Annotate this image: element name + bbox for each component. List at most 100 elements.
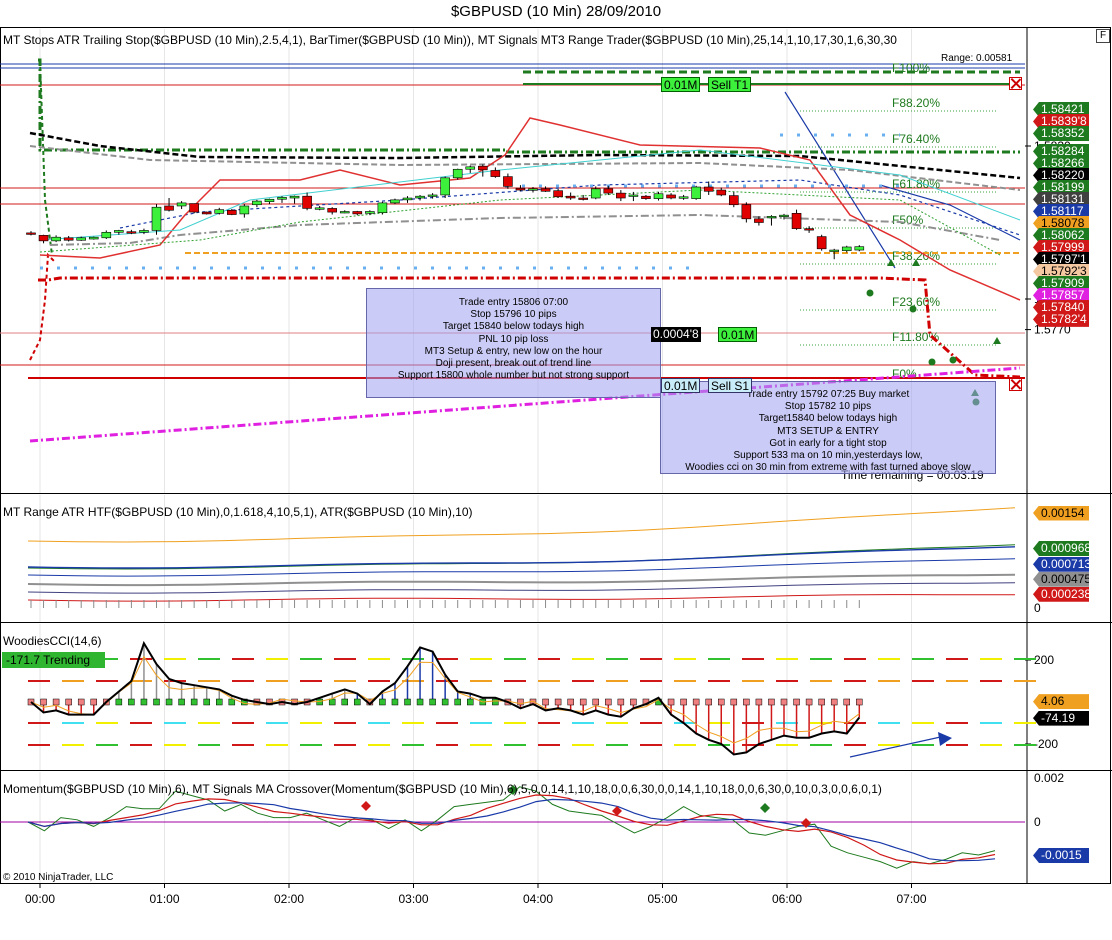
candle-body: [88, 236, 99, 240]
atr-stop-upper-left: [39, 59, 53, 256]
position-qty-tag[interactable]: 0.01M: [718, 327, 758, 342]
momentum-y-tick-label: 0.002: [1034, 771, 1064, 785]
cci-zero-marker: [178, 698, 185, 706]
candle-body: [653, 193, 664, 199]
cci-zero-marker: [90, 698, 97, 706]
cci-zero-marker: [140, 698, 148, 706]
candle-body: [791, 213, 802, 229]
cci-zero-marker: [718, 698, 725, 706]
cci-zero-marker: [454, 698, 461, 706]
note-line: Support 533 ma on 10 min,yesterdays low,: [733, 450, 923, 462]
candle-body: [716, 189, 727, 196]
atr-y-tick-label: 0: [1034, 601, 1041, 615]
candle-body: [590, 188, 601, 199]
candle-body: [465, 166, 476, 170]
note-line: PNL 10 pip loss: [478, 333, 549, 345]
cci-zero-marker: [404, 698, 411, 706]
cci-zero-marker: [780, 698, 788, 706]
note-line: Support 15800 whole number but not stron…: [397, 370, 630, 382]
cci-zero-marker: [216, 698, 223, 706]
cci-zero-marker: [793, 698, 800, 706]
axis-value-tag: -0.0015: [1033, 848, 1089, 863]
candle-body: [553, 190, 563, 198]
x-tick-label: 02:00: [274, 892, 304, 906]
sell-s1-label-tag[interactable]: Sell S1: [708, 378, 753, 393]
candle-body: [277, 197, 287, 200]
candle-body: [139, 230, 149, 233]
cci-zero-marker: [705, 698, 712, 706]
fib-label: F23.60%: [892, 295, 940, 309]
x-tick-label: 05:00: [647, 892, 677, 906]
x-tick-label: 06:00: [772, 892, 802, 906]
signal-dot: [866, 289, 874, 297]
chart-canvas: 00:00 01:00 02:00 03:00 04:00 05:00 06:00 07:00…: [0, 0, 1112, 940]
ma-red: [39, 117, 1021, 301]
candle-body: [616, 192, 626, 199]
note-line: Trade entry 15806 07:00: [458, 297, 569, 308]
cci-zero-marker: [328, 698, 336, 706]
cci-zero-marker: [743, 698, 750, 706]
atr-red-line: [27, 594, 1015, 602]
candle-body: [164, 205, 174, 211]
cci-zero-marker: [830, 698, 838, 706]
signal-dot: [909, 305, 917, 313]
cci-zero-marker: [667, 698, 675, 706]
candle-body: [189, 203, 199, 213]
candle-body: [264, 198, 275, 202]
momentum-panel-label: Momentum($GBPUSD (10 Min),6), MT Signals…: [3, 782, 882, 796]
sell-s1-qty-tag[interactable]: 0.01M: [661, 378, 701, 393]
cci-zero-marker: [115, 698, 123, 706]
cci-zero-marker: [441, 698, 449, 706]
cci-zero-marker: [379, 698, 386, 706]
axis-value-tag: 0.000713: [1033, 556, 1089, 572]
candle-body: [38, 235, 49, 242]
cci-zero-marker: [567, 698, 574, 706]
momentum-slow-ma: [27, 798, 996, 862]
sell-t1-label-tag[interactable]: Sell T1: [708, 77, 752, 92]
axis-value-tag: 0.00154: [1033, 505, 1089, 521]
cci-zero-marker: [467, 698, 474, 706]
axis-value-tag: 1.5782'4: [1033, 311, 1089, 327]
cci-zero-marker: [805, 698, 813, 706]
note-line: Doji present, break out of trend line: [435, 358, 592, 370]
candle-body: [51, 236, 61, 242]
close-panel-button[interactable]: F: [1096, 29, 1110, 43]
note-line: MT3 Setup & entry, new low on the hour: [424, 345, 603, 357]
cci-zero-marker: [153, 698, 160, 706]
cci-trend-badge: -171.7 Trending: [2, 652, 105, 668]
cci-zero-marker: [730, 698, 738, 706]
candle-body: [741, 204, 752, 220]
range-text: Range: 0.00581: [941, 53, 1013, 64]
candle-body: [703, 186, 714, 192]
sell-t1-qty-tag[interactable]: 0.01M: [661, 77, 701, 92]
cci-zero-marker: [203, 698, 210, 706]
candle-body: [339, 211, 350, 214]
cci-y-tick-label: 200: [1034, 653, 1054, 667]
cci-zero-marker: [492, 698, 499, 706]
cancel-t1-icon[interactable]: [1009, 77, 1022, 90]
candle-body: [227, 209, 237, 215]
copyright-text: © 2010 NinjaTrader, LLC: [3, 872, 114, 883]
cci-zero-marker: [391, 698, 399, 706]
candle-body: [201, 211, 212, 215]
price-panel-label: MT Stops ATR Trailing Stop($GBPUSD (10 M…: [3, 33, 897, 47]
candle-body: [239, 205, 250, 215]
cci-zero-marker: [630, 698, 637, 706]
candle-body: [691, 186, 701, 199]
cci-zero-marker: [429, 698, 436, 706]
cancel-s1-icon[interactable]: [1009, 378, 1022, 391]
candle-body: [365, 211, 375, 214]
candle-body: [415, 195, 425, 199]
signal-triangle: [993, 337, 1001, 344]
candle-body: [641, 195, 651, 199]
fib-label: F0%: [892, 367, 917, 381]
fib-label: F88.20%: [892, 96, 940, 110]
candle-body: [678, 196, 689, 199]
momentum-cross-marker: [760, 803, 770, 813]
candle-body: [603, 188, 614, 194]
candle-body: [829, 249, 840, 252]
candle-body: [390, 199, 400, 204]
trade-note-left: Trade entry 15806 07:00 Stop 15796 10 pip…: [366, 288, 661, 398]
mt-range-upper-band: [38, 58, 1020, 154]
cci-zero-marker: [128, 698, 135, 706]
